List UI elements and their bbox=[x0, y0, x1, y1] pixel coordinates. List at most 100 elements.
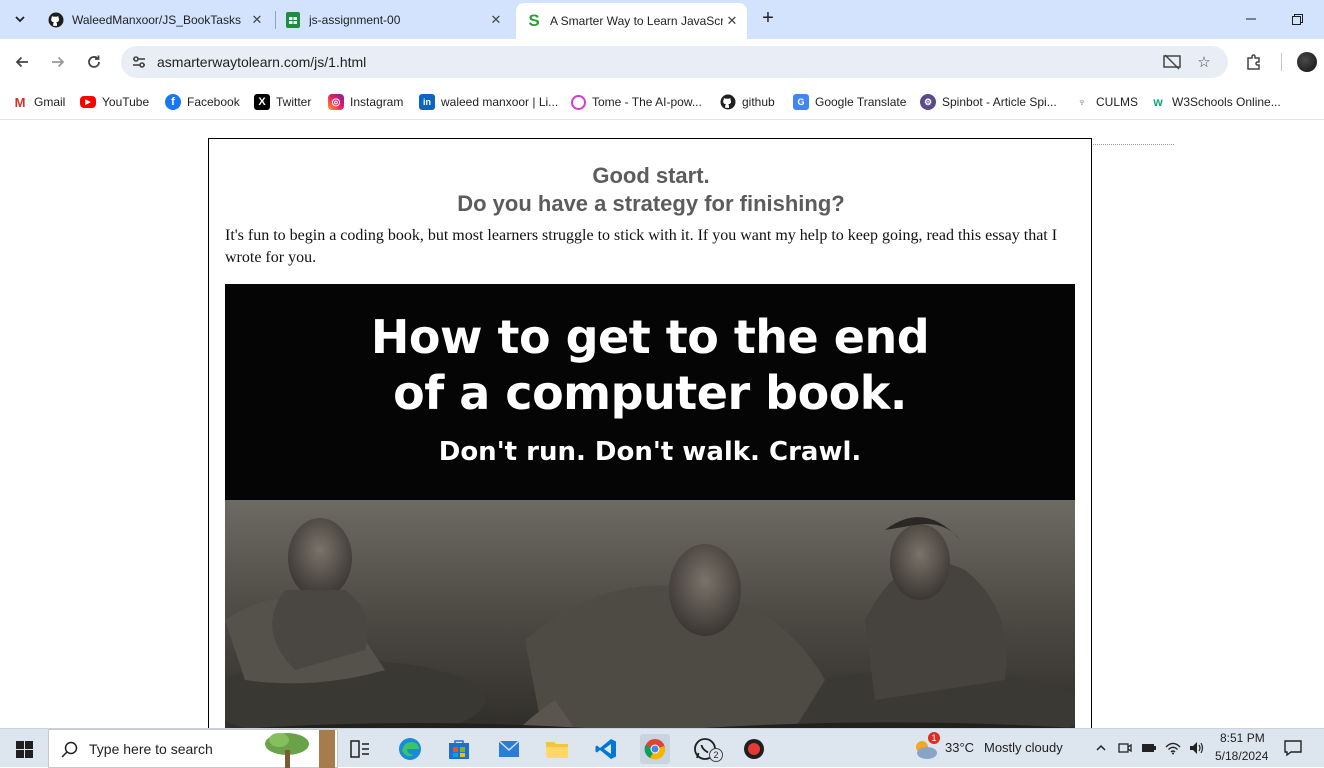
bookmark-star-icon[interactable]: ☆ bbox=[1195, 53, 1213, 71]
reload-icon bbox=[88, 55, 100, 68]
bookmark-twitter[interactable]: X Twitter bbox=[254, 91, 311, 113]
tab-title: WaleedManxoor/JS_BookTasks bbox=[72, 12, 241, 27]
vscode-icon[interactable] bbox=[591, 734, 621, 764]
youtube-icon: ▶ bbox=[80, 96, 96, 108]
bookmark-label: Facebook bbox=[187, 95, 240, 109]
sheets-icon bbox=[285, 11, 301, 28]
screen-share-off-icon[interactable] bbox=[1163, 53, 1181, 71]
bookmark-label: CULMS bbox=[1096, 95, 1139, 109]
bookmark-youtube[interactable]: ▶ YouTube bbox=[80, 91, 149, 113]
profile-avatar[interactable] bbox=[1297, 52, 1317, 72]
toolbar-divider bbox=[1281, 53, 1282, 71]
tab-search-button[interactable] bbox=[8, 7, 32, 31]
culms-icon: ♆ bbox=[1077, 95, 1087, 109]
forward-button[interactable] bbox=[44, 48, 72, 76]
w3schools-icon: w bbox=[1153, 95, 1163, 109]
address-bar[interactable]: asmarterwaytolearn.com/js/1.html ☆ bbox=[121, 46, 1228, 78]
bookmark-tome[interactable]: Tome - The AI-pow... bbox=[571, 91, 702, 113]
arrow-right-icon bbox=[52, 56, 65, 68]
whatsapp-icon[interactable]: 2 bbox=[690, 734, 723, 764]
content-card: Good start. Do you have a strategy for f… bbox=[208, 138, 1092, 728]
facebook-icon: f bbox=[165, 94, 181, 110]
close-icon[interactable]: ✕ bbox=[487, 11, 505, 29]
heading-line-2: Do you have a strategy for finishing? bbox=[457, 191, 845, 216]
notification-center-icon[interactable] bbox=[1284, 739, 1302, 757]
whatsapp-badge: 2 bbox=[709, 748, 723, 762]
bookmark-google-translate[interactable]: G Google Translate bbox=[793, 91, 906, 113]
extensions-icon[interactable] bbox=[1243, 51, 1265, 73]
bookmark-culms[interactable]: ♆ CULMS bbox=[1074, 91, 1139, 113]
bookmark-label: github bbox=[742, 95, 775, 109]
bookmark-instagram[interactable]: ◎ Instagram bbox=[328, 91, 403, 113]
screen-recorder-icon[interactable] bbox=[739, 734, 769, 764]
minimize-button[interactable] bbox=[1228, 5, 1274, 33]
windows-taskbar: Type here to search 2 1 33°C Mostly clou… bbox=[0, 728, 1324, 768]
bookmark-label: Spinbot - Article Spi... bbox=[942, 95, 1057, 109]
chrome-icon[interactable] bbox=[640, 734, 670, 764]
file-explorer-icon[interactable] bbox=[542, 734, 572, 764]
mud-crawl-photo bbox=[225, 500, 1075, 728]
wifi-icon[interactable] bbox=[1164, 739, 1182, 757]
bookmark-github[interactable]: github bbox=[720, 91, 775, 113]
bookmark-label: Tome - The AI-pow... bbox=[592, 95, 702, 109]
weather-alert-badge: 1 bbox=[928, 732, 940, 744]
clock-date[interactable]: 5/18/2024 bbox=[1215, 749, 1268, 763]
bookmark-label: Google Translate bbox=[815, 95, 907, 109]
linkedin-icon: in bbox=[419, 94, 435, 110]
bookmark-label: YouTube bbox=[102, 95, 150, 109]
asmarterway-icon: S bbox=[528, 11, 540, 30]
bookmark-label: Instagram bbox=[350, 95, 404, 109]
edge-icon[interactable] bbox=[395, 734, 425, 764]
weather-cloudy-icon[interactable]: 1 bbox=[910, 732, 940, 764]
bookmarks-bar: M Gmail ▶ YouTube f Facebook X Twitter ◎… bbox=[0, 85, 1324, 120]
search-placeholder: Type here to search bbox=[89, 741, 213, 757]
page-content: Good start. Do you have a strategy for f… bbox=[0, 121, 1324, 728]
bookmark-linkedin[interactable]: in waleed manxoor | Li... bbox=[419, 91, 558, 113]
tome-icon bbox=[571, 94, 586, 110]
banner-title-line-2: of a computer book. bbox=[393, 366, 907, 420]
tab-js-assignment[interactable]: js-assignment-00 ✕ bbox=[275, 5, 511, 34]
taskbar-search-input[interactable]: Type here to search bbox=[48, 729, 338, 768]
bookmark-w3schools[interactable]: w W3Schools Online... bbox=[1150, 91, 1280, 113]
volume-icon[interactable] bbox=[1188, 739, 1206, 757]
battery-icon[interactable] bbox=[1140, 739, 1158, 757]
github-icon bbox=[48, 12, 64, 28]
restore-icon bbox=[1291, 13, 1303, 25]
url-text[interactable]: asmarterwaytolearn.com/js/1.html bbox=[157, 54, 366, 70]
back-button[interactable] bbox=[8, 48, 36, 76]
tab-github[interactable]: WaleedManxoor/JS_BookTasks ✕ bbox=[38, 5, 272, 34]
chevron-down-icon bbox=[15, 16, 25, 23]
weather-description[interactable]: Mostly cloudy bbox=[984, 740, 1063, 755]
meet-now-icon[interactable] bbox=[1116, 739, 1134, 757]
bookmark-gmail[interactable]: M Gmail bbox=[12, 91, 66, 113]
chevron-up-icon[interactable] bbox=[1092, 739, 1110, 757]
bookmark-label: Twitter bbox=[276, 95, 312, 109]
intro-paragraph: It's fun to begin a coding book, but mos… bbox=[225, 227, 1058, 266]
arrow-left-icon bbox=[15, 56, 28, 68]
bookmark-facebook[interactable]: f Facebook bbox=[165, 91, 240, 113]
search-highlight-tree-icon bbox=[265, 730, 335, 768]
bookmark-label: Gmail bbox=[34, 95, 66, 109]
tab-title: js-assignment-00 bbox=[309, 12, 401, 27]
weather-temperature[interactable]: 33°C bbox=[945, 740, 974, 755]
search-icon bbox=[61, 741, 78, 758]
github-icon bbox=[720, 94, 736, 110]
spinbot-icon: ⚙ bbox=[920, 94, 936, 110]
minimize-icon bbox=[1246, 18, 1256, 20]
essay-banner[interactable]: How to get to the end of a computer book… bbox=[225, 284, 1075, 728]
tab-asmarterway[interactable]: S A Smarter Way to Learn JavaScript ✕ bbox=[516, 3, 747, 39]
reload-button[interactable] bbox=[80, 48, 108, 76]
bookmark-spinbot[interactable]: ⚙ Spinbot - Article Spi... bbox=[920, 91, 1057, 113]
tab-title: A Smarter Way to Learn JavaScript bbox=[550, 14, 723, 28]
windows-start-icon[interactable] bbox=[9, 734, 39, 764]
mail-icon[interactable] bbox=[494, 734, 524, 764]
restore-button[interactable] bbox=[1274, 5, 1320, 33]
close-icon[interactable]: ✕ bbox=[248, 11, 266, 29]
close-icon[interactable]: ✕ bbox=[723, 12, 741, 30]
new-tab-button[interactable]: + bbox=[757, 8, 779, 30]
task-view-icon[interactable] bbox=[345, 734, 375, 764]
microsoft-store-icon[interactable] bbox=[444, 734, 474, 764]
site-settings-icon[interactable] bbox=[130, 53, 148, 71]
clock-time[interactable]: 8:51 PM bbox=[1220, 731, 1265, 745]
instagram-icon: ◎ bbox=[328, 94, 344, 110]
